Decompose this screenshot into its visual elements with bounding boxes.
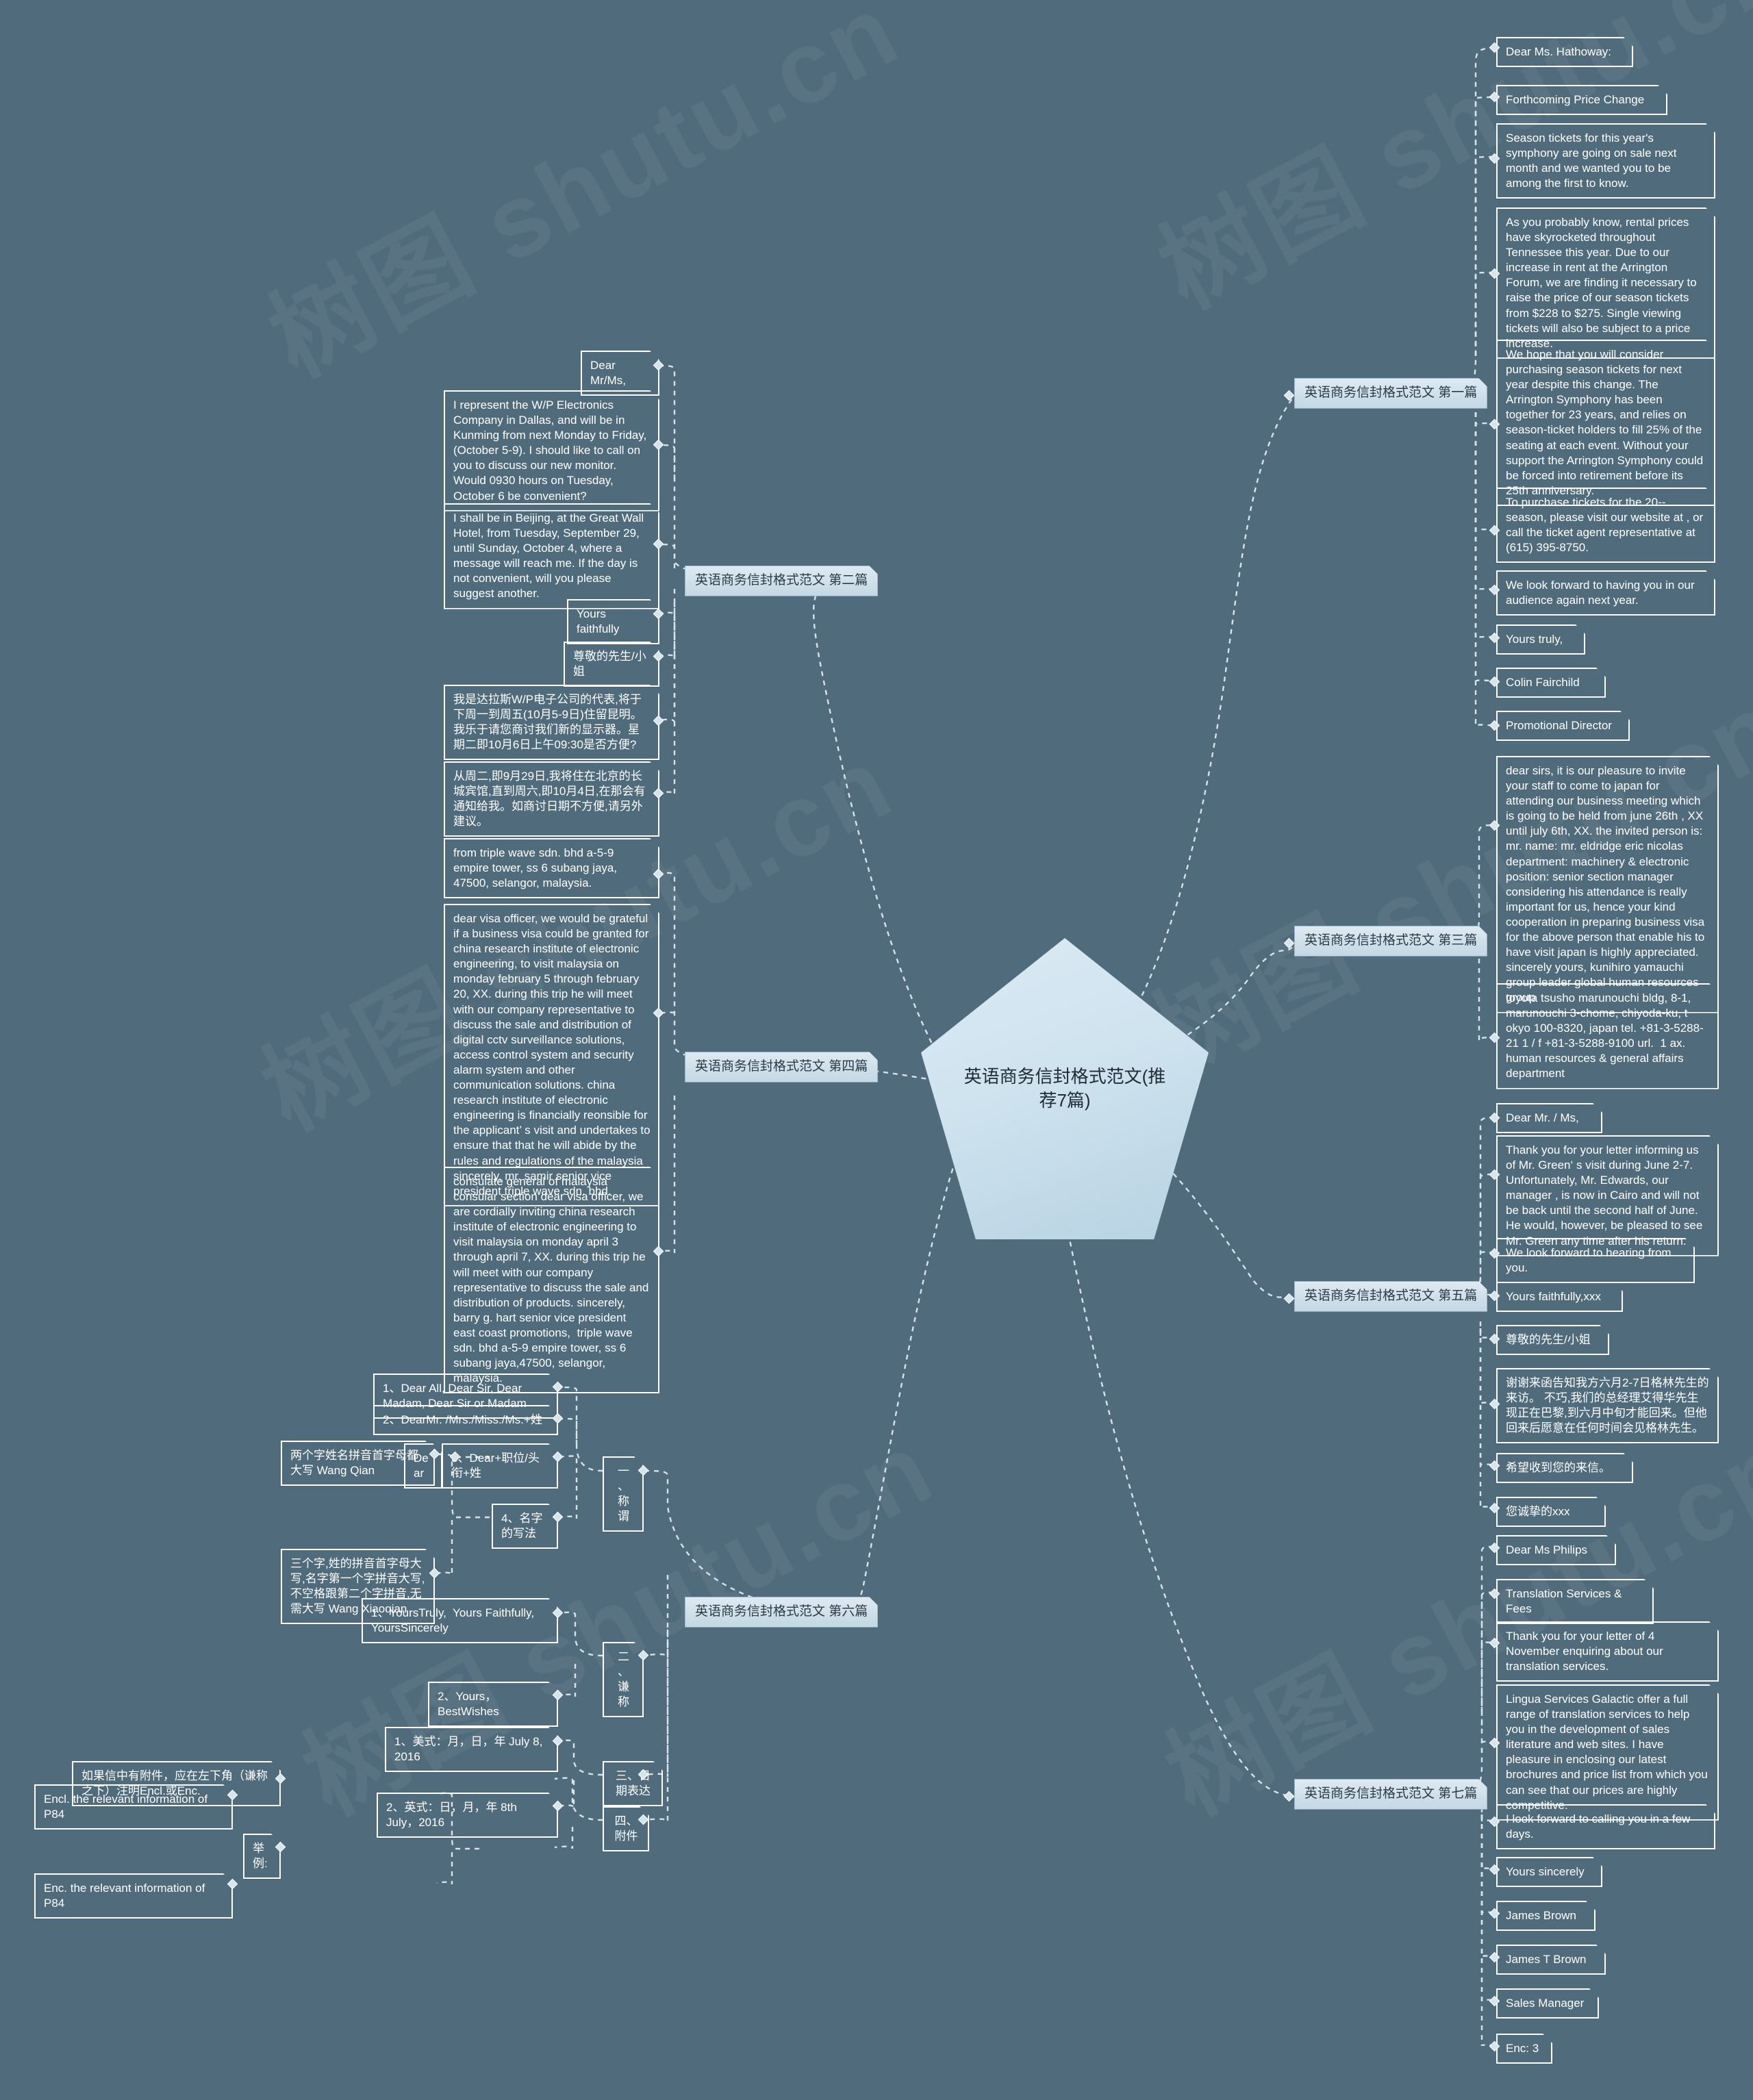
node-b1-9[interactable]: Promotional Director xyxy=(1496,711,1630,741)
node-b6-s2-i1[interactable]: 2、英式：日，月，年 8th July，2016 xyxy=(377,1793,558,1838)
branch-label-1[interactable]: 英语商务信封格式范文 第一篇 xyxy=(1294,378,1487,409)
node-b7-1[interactable]: Translation Services & Fees xyxy=(1496,1579,1654,1624)
node-b7-6[interactable]: James Brown xyxy=(1496,1901,1596,1931)
watermark: 树图 shutu.cn xyxy=(251,0,917,399)
node-b5-0[interactable]: Dear Mr. / Ms, xyxy=(1496,1103,1602,1133)
node-b7-9[interactable]: Enc: 3 xyxy=(1496,2034,1552,2064)
branch-label-3[interactable]: 英语商务信封格式范文 第三篇 xyxy=(1294,926,1487,957)
node-b5-3[interactable]: Yours faithfully,xxx xyxy=(1496,1282,1623,1312)
node-b6-s0-i2[interactable]: 3、Dear+职位/头衔+姓 xyxy=(442,1443,558,1489)
node-b3-1[interactable]: toyota tsusho marunouchi bldg, 8-1, maru… xyxy=(1496,983,1719,1089)
node-b6-s3-i1-leaf-1[interactable]: Enc. the relevant information of P84 xyxy=(34,1873,233,1919)
branch-label-4[interactable]: 英语商务信封格式范文 第四篇 xyxy=(685,1052,878,1083)
node-b6-s1-i0[interactable]: 1、YoursTruly, Yours Faithfully, YoursSin… xyxy=(362,1598,558,1643)
connector-bullet xyxy=(1283,1293,1295,1304)
node-b5-2[interactable]: We look forward to hearing from you. xyxy=(1496,1238,1695,1283)
node-b6-s0-i3-leaf-0[interactable]: 两个字姓名拼音首字母都大写 Wang Qian xyxy=(281,1441,435,1486)
node-b1-6[interactable]: We look forward to having you in our aud… xyxy=(1496,570,1715,616)
node-b1-3[interactable]: As you probably know, rental prices have… xyxy=(1496,207,1715,359)
node-b1-0[interactable]: Dear Ms. Hathoway: xyxy=(1496,37,1633,67)
node-b4-1[interactable]: dear visa officer, we would be grateful … xyxy=(444,904,659,1206)
node-b6-s0-i3[interactable]: 4、名字的写法 xyxy=(492,1504,558,1549)
node-b6-sub-2-label[interactable]: 三、日期表达 xyxy=(603,1761,663,1806)
branch-label-5[interactable]: 英语商务信封格式范文 第五篇 xyxy=(1294,1281,1487,1312)
node-b7-4[interactable]: I look forward to calling you in a few d… xyxy=(1496,1804,1715,1849)
node-b1-4[interactable]: We hope that you will consider purchasin… xyxy=(1496,340,1715,506)
node-b2-2[interactable]: I shall be in Beijing, at the Great Wall… xyxy=(444,503,659,609)
node-b6-sub-0-label[interactable]: 一、称谓 xyxy=(603,1456,644,1532)
node-b1-8[interactable]: Colin Fairchild xyxy=(1496,668,1606,698)
node-b4-2[interactable]: consulate general of malaysia consular s… xyxy=(444,1167,659,1393)
node-b7-2[interactable]: Thank you for your letter of 4 November … xyxy=(1496,1621,1719,1682)
node-b3-0[interactable]: dear sirs, it is our pleasure to invite … xyxy=(1496,756,1719,1013)
node-b6-s3-i1-leaf-0[interactable]: Encl. the relevant information of P84 xyxy=(34,1784,233,1830)
node-b2-3[interactable]: Yours faithfully xyxy=(567,599,659,644)
node-b2-4[interactable]: 尊敬的先生/小姐 xyxy=(564,642,659,687)
node-b1-5[interactable]: To purchase tickets for the 20-- season,… xyxy=(1496,488,1715,563)
node-b4-0[interactable]: from triple wave sdn. bhd a-5-9 empire t… xyxy=(444,838,659,898)
node-b1-2[interactable]: Season tickets for this year's symphony … xyxy=(1496,123,1715,199)
node-b7-5[interactable]: Yours sincerely xyxy=(1496,1857,1602,1887)
node-b7-0[interactable]: Dear Ms Philips xyxy=(1496,1535,1616,1565)
central-topic-label: 英语商务信封格式范文(推荐7篇) xyxy=(963,1065,1166,1111)
node-b2-1[interactable]: I represent the W/P Electronics Company … xyxy=(444,390,659,511)
branch-label-6[interactable]: 英语商务信封格式范文 第六篇 xyxy=(685,1597,878,1628)
mindmap-canvas: 树图 shutu.cn 树图 shutu.cn 树图 shutu.cn 树图 s… xyxy=(0,0,1753,2100)
node-b5-6[interactable]: 希望收到您的来信。 xyxy=(1496,1453,1633,1483)
node-b6-sub-3-label[interactable]: 四、附件 xyxy=(603,1806,649,1851)
connector-bullet xyxy=(1283,390,1295,401)
branch-label-2[interactable]: 英语商务信封格式范文 第二篇 xyxy=(685,566,878,596)
node-b1-1[interactable]: Forthcoming Price Change xyxy=(1496,85,1667,115)
node-b2-6[interactable]: 从周二,即9月29日,我将住在北京的长城宾馆,直到周六,即10月4日,在那会有通… xyxy=(444,761,659,837)
node-b6-sub-1-label[interactable]: 二、谦称 xyxy=(603,1642,644,1717)
node-b7-7[interactable]: James T Brown xyxy=(1496,1945,1606,1975)
node-b7-3[interactable]: Lingua Services Galactic offer a full ra… xyxy=(1496,1684,1719,1821)
node-b6-s2-i0[interactable]: 1、美式：月，日，年 July 8, 2016 xyxy=(385,1727,558,1772)
node-b5-5[interactable]: 谢谢来函告知我方六月2-7日格林先生的来访。 不巧,我们的总经理艾得华先生现正在… xyxy=(1496,1368,1719,1443)
node-b5-4[interactable]: 尊敬的先生/小姐 xyxy=(1496,1325,1609,1355)
node-b5-7[interactable]: 您诚挚的xxx xyxy=(1496,1497,1606,1527)
node-b1-7[interactable]: Yours truly, xyxy=(1496,624,1585,655)
node-b6-s3-i1[interactable]: 举例: xyxy=(243,1834,281,1879)
node-b7-8[interactable]: Sales Manager xyxy=(1496,1988,1599,2019)
node-b2-0[interactable]: Dear Mr/Ms, xyxy=(581,351,659,396)
node-b6-s0-i1[interactable]: 2、DearMr. /Mrs./Miss./Ms.+姓 xyxy=(373,1405,558,1435)
node-b6-s1-i1[interactable]: 2、Yours，BestWishes xyxy=(428,1682,558,1727)
node-b2-5[interactable]: 我是达拉斯W/P电子公司的代表,将于下周一到周五(10月5-9日)住留昆明。我乐… xyxy=(444,685,659,760)
branch-label-7[interactable]: 英语商务信封格式范文 第七篇 xyxy=(1294,1779,1487,1810)
